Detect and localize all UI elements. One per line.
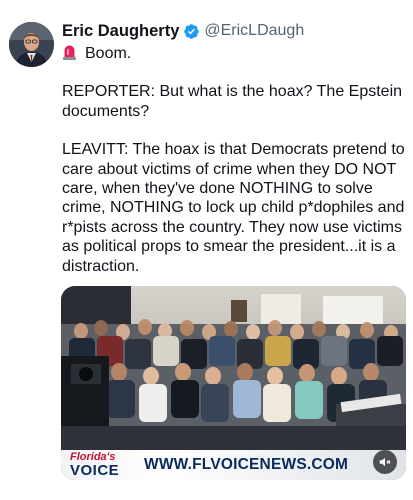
video-watermark-banner: Florida's VOICE WWW.FLVOICENEWS.COM: [61, 450, 406, 480]
tweet-header: Eric Daugherty @EricLDaugh: [62, 19, 304, 43]
speaker-muted-icon: [379, 457, 391, 467]
tweet-line-text: Boom.: [85, 45, 132, 62]
mute-toggle-button[interactable]: [373, 450, 397, 474]
author-handle[interactable]: @EricLDaugh: [204, 22, 304, 40]
tweet-line: Boom.: [62, 44, 407, 63]
tweet-text: Boom. REPORTER: But what is the hoax? Th…: [62, 44, 407, 276]
tweet-line-text: LEAVITT: The hoax is that Democrats pret…: [62, 141, 405, 275]
author-avatar[interactable]: [9, 22, 54, 67]
station-logo-bottom: VOICE: [70, 462, 120, 479]
police-siren-icon: [62, 44, 77, 60]
tweet-line-gap: [62, 63, 407, 82]
verified-badge-icon[interactable]: [183, 23, 200, 40]
avatar-photo: [9, 22, 54, 67]
station-logo: Florida's VOICE: [70, 450, 134, 480]
watermark-site-url: WWW.FLVOICENEWS.COM: [144, 456, 349, 473]
tweet-line-text: REPORTER: But what is the hoax? The Epst…: [62, 83, 403, 120]
tweet[interactable]: Eric Daugherty @EricLDaugh Boom. REPORTE…: [0, 0, 413, 500]
tweet-video[interactable]: Florida's VOICE WWW.FLVOICENEWS.COM: [61, 286, 406, 480]
tweet-line-gap: [62, 121, 407, 140]
author-display-name[interactable]: Eric Daugherty: [62, 22, 179, 41]
